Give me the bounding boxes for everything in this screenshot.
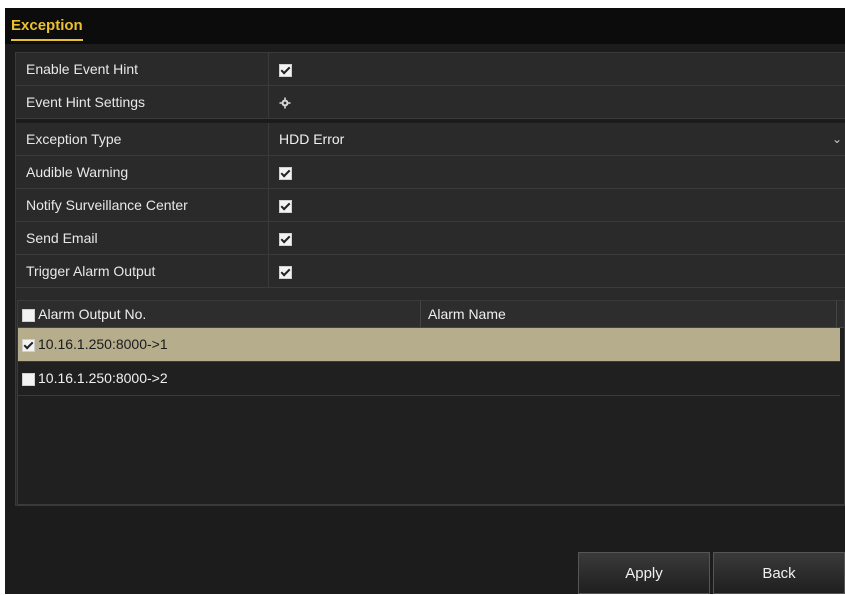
apply-button[interactable]: Apply	[578, 552, 710, 594]
chevron-down-icon: ⌄	[831, 132, 842, 146]
row-trigger-alarm-output: Trigger Alarm Output	[16, 255, 845, 288]
tab-bar: Exception	[5, 8, 845, 44]
audible-warning-label: Audible Warning	[16, 156, 269, 188]
table-header: Alarm Output No. Alarm Name	[18, 301, 844, 328]
exception-type-select[interactable]: HDD Error ⌄	[279, 123, 844, 155]
alarm-output-table: Alarm Output No. Alarm Name 10.16.1.250:…	[17, 300, 845, 505]
column-header-alarm-output[interactable]: Alarm Output No.	[22, 301, 421, 327]
table-row[interactable]: 10.16.1.250:8000->2	[18, 362, 840, 396]
row-event-hint-settings: Event Hint Settings	[16, 86, 845, 119]
exception-type-value: HDD Error	[279, 131, 345, 147]
row-send-email: Send Email	[16, 222, 845, 255]
column-header-alarm-name[interactable]: Alarm Name	[428, 301, 837, 327]
exception-type-label: Exception Type	[16, 123, 269, 155]
alarm-output-cell: 10.16.1.250:8000->1	[38, 336, 168, 352]
exception-window: Exception Enable Event Hint Event Hint S…	[5, 8, 845, 594]
event-hint-settings-label: Event Hint Settings	[16, 86, 269, 118]
trigger-alarm-output-label: Trigger Alarm Output	[16, 255, 269, 287]
enable-event-hint-checkbox[interactable]	[279, 63, 292, 77]
row-notify-surveillance-center: Notify Surveillance Center	[16, 189, 845, 222]
send-email-checkbox[interactable]	[279, 232, 292, 246]
gear-icon[interactable]	[279, 97, 291, 109]
tab-exception[interactable]: Exception	[11, 17, 83, 41]
table-row[interactable]: 10.16.1.250:8000->1	[18, 328, 840, 362]
settings-panel: Enable Event Hint Event Hint Settings Ex…	[15, 52, 845, 506]
notify-surveillance-center-label: Notify Surveillance Center	[16, 189, 269, 221]
notify-surveillance-center-checkbox[interactable]	[279, 199, 292, 213]
alarm-output-header-label: Alarm Output No.	[38, 306, 147, 322]
audible-warning-checkbox[interactable]	[279, 166, 292, 180]
alarm-output-cell: 10.16.1.250:8000->2	[38, 370, 168, 386]
row-checkbox[interactable]	[22, 372, 35, 386]
row-audible-warning: Audible Warning	[16, 156, 845, 189]
trigger-alarm-output-checkbox[interactable]	[279, 265, 292, 279]
send-email-label: Send Email	[16, 222, 269, 254]
back-button[interactable]: Back	[713, 552, 845, 594]
select-all-checkbox[interactable]	[22, 308, 35, 322]
row-enable-event-hint: Enable Event Hint	[16, 53, 845, 86]
enable-event-hint-label: Enable Event Hint	[16, 53, 269, 85]
row-exception-type: Exception Type HDD Error ⌄	[16, 123, 845, 156]
row-checkbox[interactable]	[22, 338, 35, 352]
